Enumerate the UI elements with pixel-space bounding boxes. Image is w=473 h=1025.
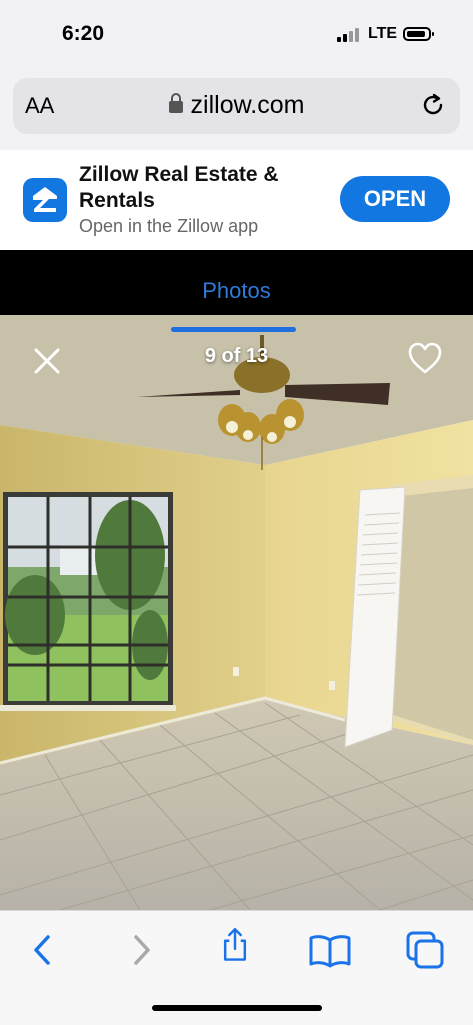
share-icon[interactable] (218, 926, 252, 962)
lock-icon (168, 93, 183, 113)
heart-icon[interactable] (407, 341, 443, 375)
app-banner-title: Zillow Real Estate & Rentals (79, 163, 279, 212)
url-field[interactable]: zillow.com (13, 91, 460, 120)
home-indicator (152, 1005, 322, 1011)
tab-indicator (171, 327, 296, 332)
signal-icon (337, 28, 361, 42)
forward-icon[interactable] (124, 932, 158, 968)
url-text: zillow.com (190, 91, 305, 119)
photo-counter: 9 of 13 (204, 345, 269, 367)
back-icon[interactable] (26, 932, 60, 968)
bookmarks-icon[interactable] (308, 932, 352, 968)
battery-icon (403, 27, 434, 41)
zillow-logo-icon (23, 178, 67, 222)
open-app-button[interactable]: OPEN (340, 176, 450, 222)
listing-photo[interactable] (0, 315, 473, 910)
network-label: LTE (368, 25, 398, 42)
tab-photos[interactable]: Photos (0, 278, 473, 304)
tabs-icon[interactable] (405, 930, 445, 970)
app-banner-subtitle: Open in the Zillow app (79, 216, 259, 236)
gallery-header: Photos (0, 250, 473, 315)
address-bar[interactable]: AA zillow.com (13, 78, 460, 134)
reload-icon[interactable] (420, 92, 446, 118)
status-bar: 6:20 LTE (0, 0, 473, 72)
status-time: 6:20 (62, 22, 105, 45)
